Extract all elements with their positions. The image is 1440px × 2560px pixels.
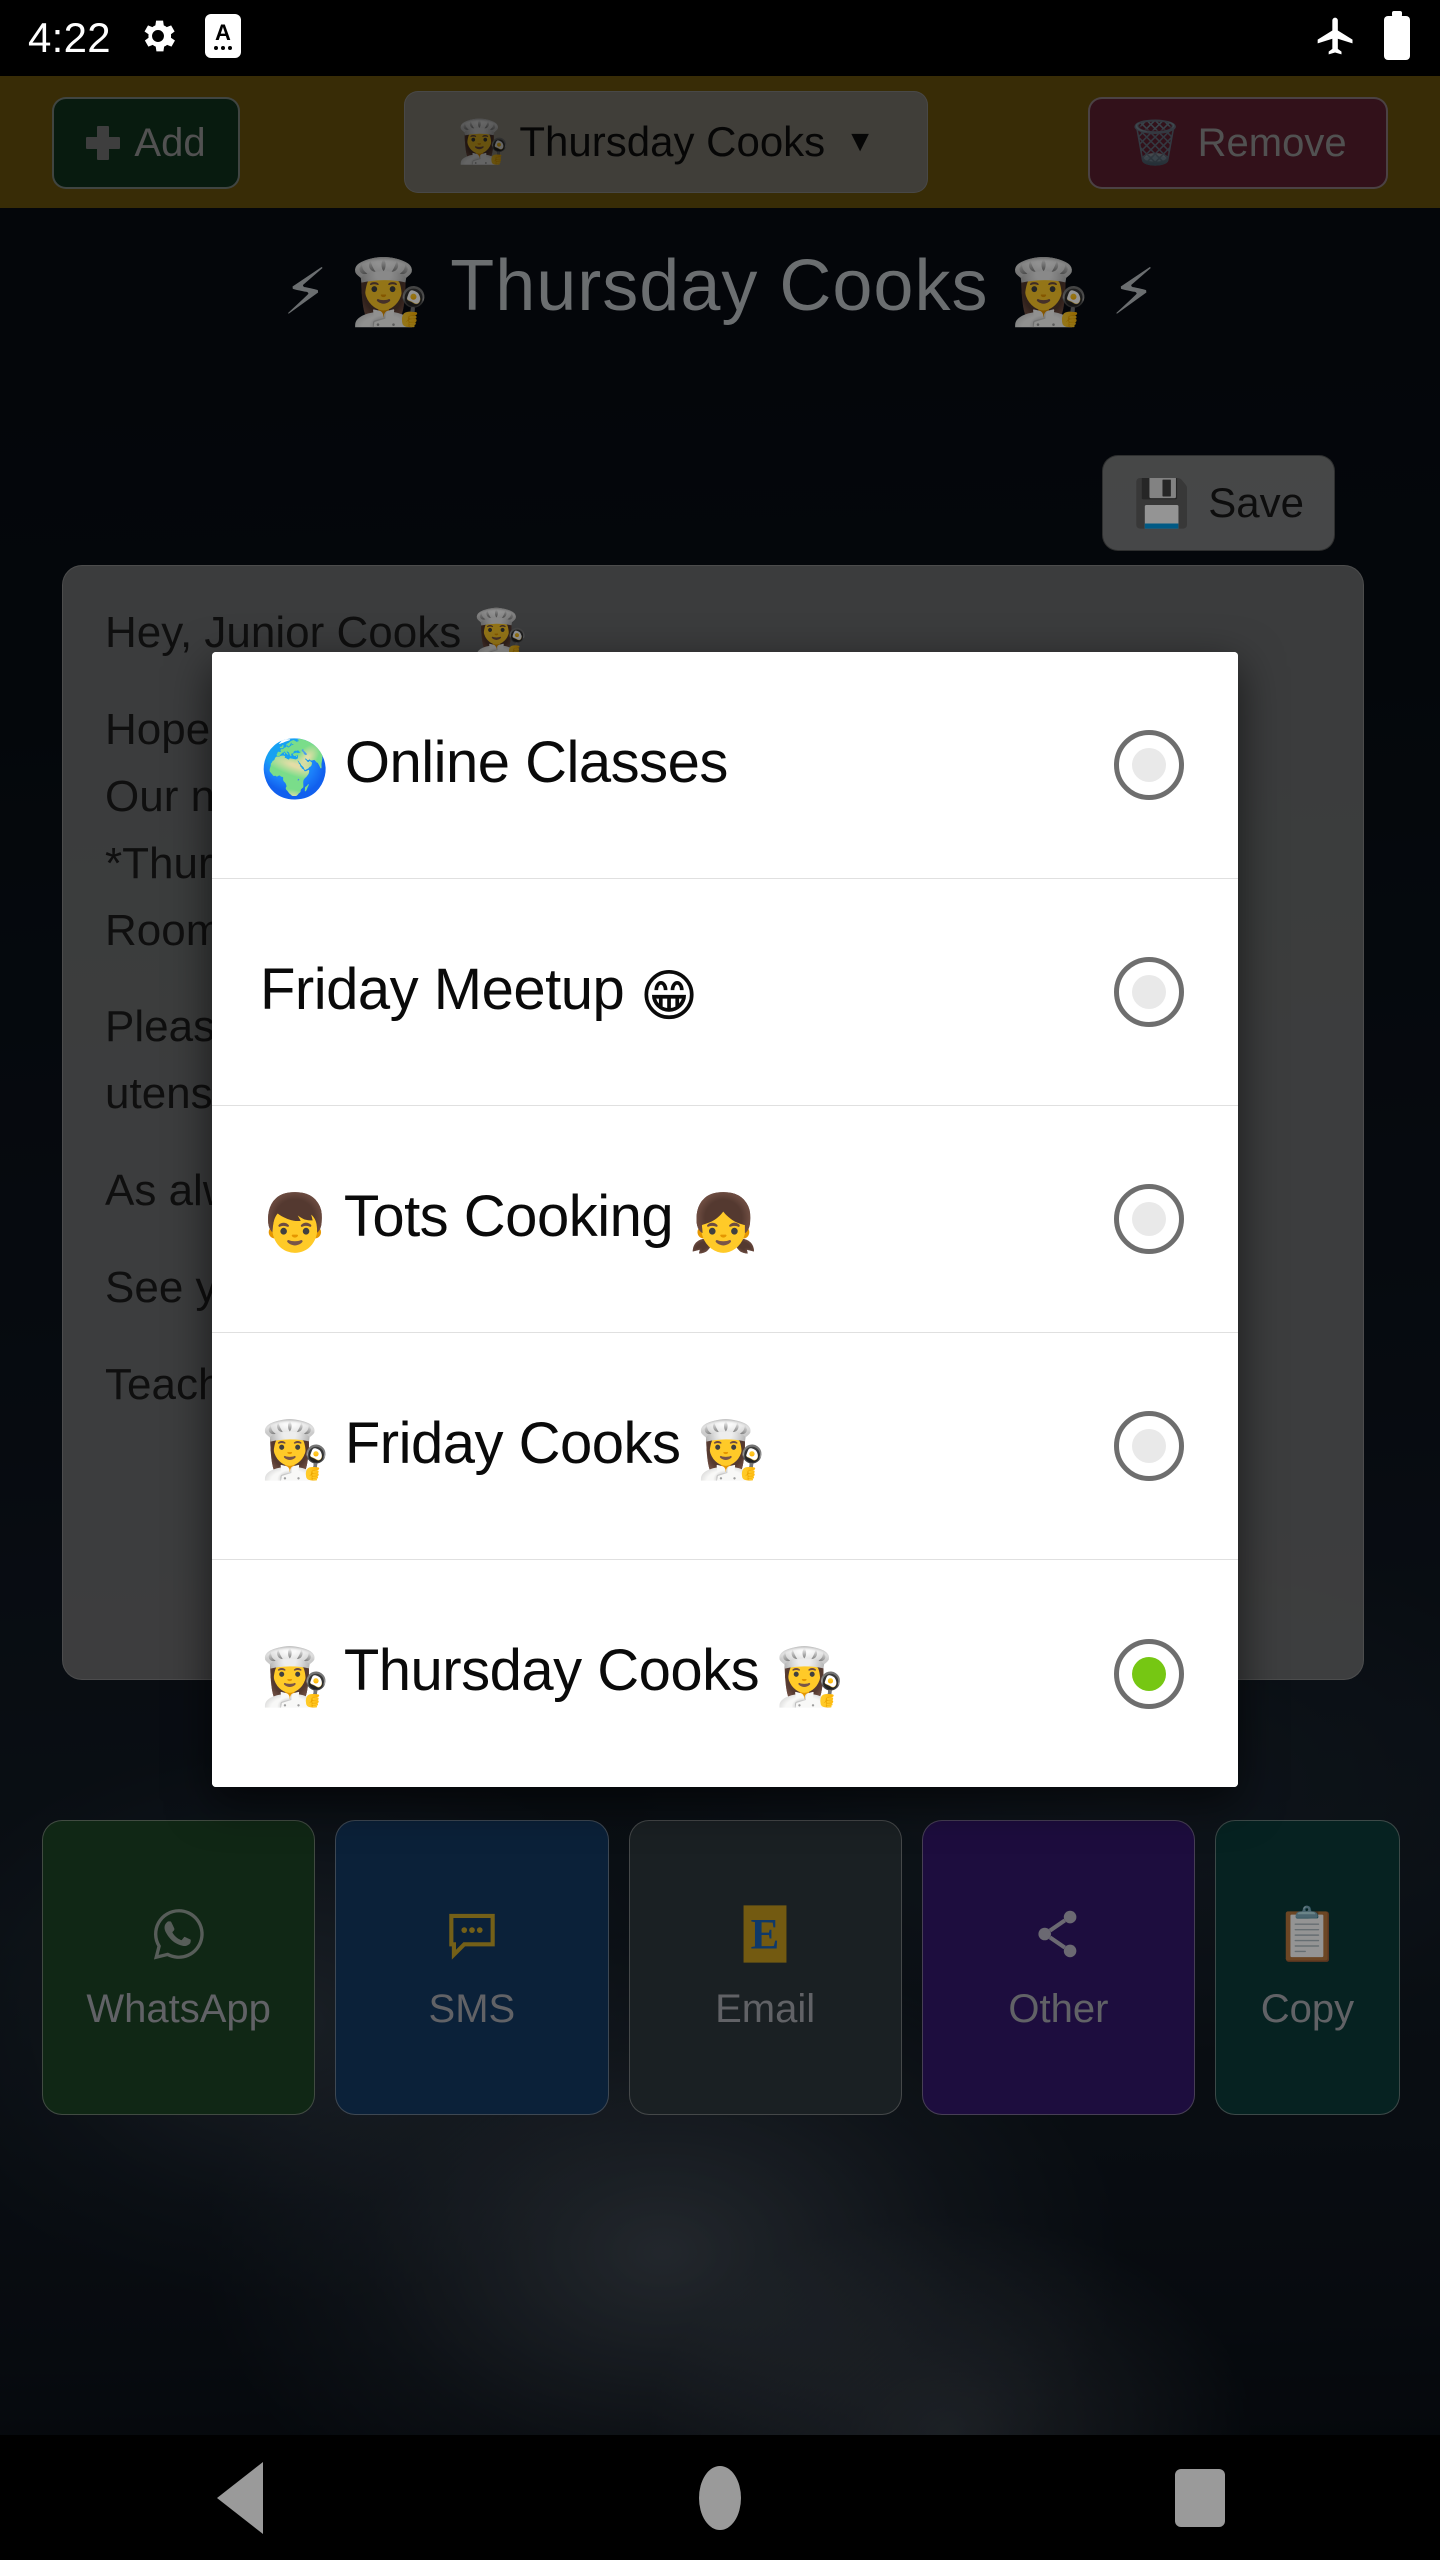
- airplane-mode-icon: [1314, 14, 1358, 63]
- dialog-option-text: Friday Meetup: [260, 956, 625, 1022]
- dialog-option-online-classes[interactable]: 🌍 Online Classes: [212, 652, 1238, 879]
- dialog-option-friday-cooks[interactable]: 👩‍🍳 Friday Cooks 👩‍🍳: [212, 1333, 1238, 1560]
- dialog-option-label: 🌍 Online Classes: [260, 729, 1114, 802]
- back-button[interactable]: [140, 2435, 340, 2560]
- dialog-option-text: Online Classes: [344, 729, 729, 795]
- recents-button[interactable]: [1100, 2435, 1300, 2560]
- dialog-option-text: Thursday Cooks: [343, 1638, 760, 1703]
- boy-icon: 👦: [260, 1190, 330, 1256]
- svg-text:A: A: [215, 20, 231, 45]
- dialog-option-thursday-cooks[interactable]: 👩‍🍳 Thursday Cooks 👩‍🍳: [212, 1560, 1238, 1787]
- dialog-option-label: 👦 Tots Cooking 👧: [260, 1183, 1114, 1256]
- chef-icon-right: 👩‍🍳: [774, 1645, 845, 1710]
- girl-icon: 👧: [688, 1190, 759, 1256]
- radio-button-friday-meetup[interactable]: [1114, 957, 1184, 1027]
- dialog-option-text: Friday Cooks: [344, 1410, 681, 1476]
- chef-icon-right: 👩‍🍳: [696, 1417, 766, 1483]
- radio-button-online-classes[interactable]: [1114, 730, 1184, 800]
- radio-button-friday-cooks[interactable]: [1114, 1411, 1184, 1481]
- chef-icon-left: 👩‍🍳: [260, 1645, 330, 1710]
- dialog-option-text: Tots Cooking: [343, 1183, 674, 1249]
- phone-screen: Hey, Junior Cooks 👩‍🍳 Hope you're all do…: [0, 0, 1440, 2560]
- dialog-option-label: Friday Meetup 😁: [260, 956, 1114, 1029]
- dialog-option-label: 👩‍🍳 Thursday Cooks 👩‍🍳: [260, 1637, 1114, 1710]
- battery-full-icon: [1382, 10, 1412, 66]
- grinning-face-icon: 😁: [639, 963, 698, 1029]
- gear-icon: [137, 15, 179, 62]
- dialog-option-friday-meetup[interactable]: Friday Meetup 😁: [212, 879, 1238, 1106]
- radio-button-tots-cooking[interactable]: [1114, 1184, 1184, 1254]
- status-bar: 4:22 A: [0, 0, 1440, 76]
- recents-square-icon: [1175, 2468, 1225, 2527]
- navigation-bar: [0, 2435, 1440, 2560]
- group-picker-dialog: 🌍 Online Classes Friday Meetup 😁 👦 Tots …: [212, 652, 1238, 1787]
- dialog-option-label: 👩‍🍳 Friday Cooks 👩‍🍳: [260, 1410, 1114, 1483]
- radio-button-thursday-cooks[interactable]: [1114, 1638, 1184, 1709]
- chef-icon-left: 👩‍🍳: [260, 1417, 330, 1483]
- home-circle-icon: [699, 2465, 741, 2530]
- android-auto-icon: A: [204, 13, 241, 63]
- status-clock: 4:22: [28, 14, 111, 61]
- dialog-option-tots-cooking[interactable]: 👦 Tots Cooking 👧: [212, 1106, 1238, 1333]
- home-button[interactable]: [620, 2435, 820, 2560]
- globe-icon: 🌍: [260, 736, 330, 802]
- back-triangle-icon: [217, 2461, 263, 2534]
